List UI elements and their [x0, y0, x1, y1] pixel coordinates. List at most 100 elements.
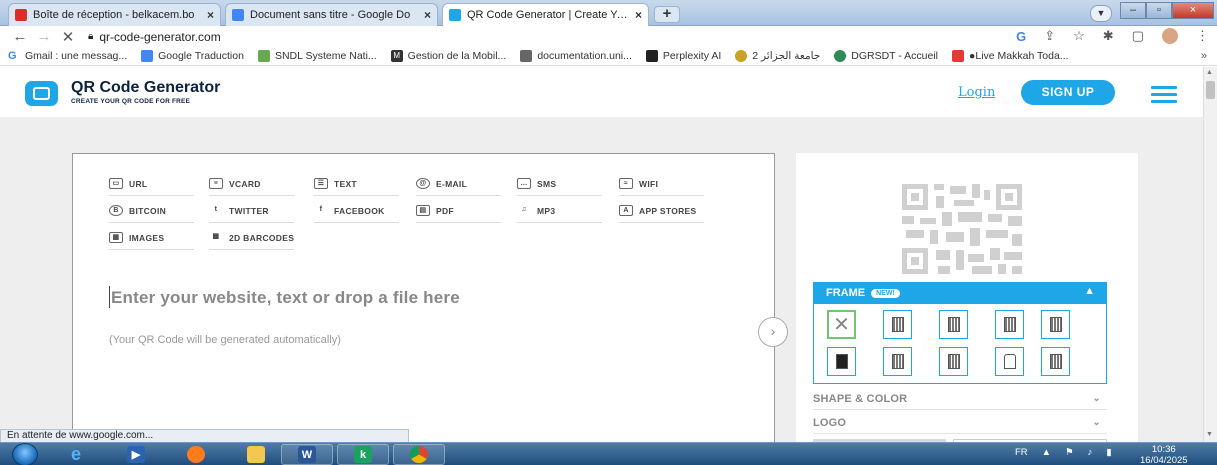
taskbar-app-k[interactable]: k — [337, 444, 389, 465]
taskbar-media-player[interactable]: ▶ — [110, 444, 162, 465]
volume-icon[interactable]: ♪ — [1088, 447, 1093, 458]
flag-icon[interactable]: ⚑ — [1065, 447, 1074, 458]
address-field[interactable]: 🔒︎ qr-code-generator.com — [88, 30, 221, 44]
taskbar-chrome[interactable] — [393, 444, 445, 465]
type-wifi[interactable]: ≈ WIFI — [619, 178, 704, 196]
content-input[interactable]: Enter your website, text or drop a file … — [111, 288, 460, 308]
brand-title[interactable]: QR Code Generator — [71, 79, 220, 97]
bookmark-star-icon[interactable]: ☆ — [1073, 28, 1085, 44]
side-panel-icon[interactable]: ▢ — [1132, 28, 1144, 44]
extensions-puzzle-icon[interactable]: ✱ — [1103, 28, 1114, 44]
type-facebook[interactable]: f FACEBOOK — [314, 205, 399, 223]
hamburger-menu-icon[interactable] — [1151, 86, 1177, 107]
stop-loading-icon[interactable]: ✕ — [56, 28, 80, 46]
back-arrow-icon[interactable]: ← — [8, 28, 32, 45]
close-icon[interactable]: × — [424, 8, 431, 22]
bookmark-gestion[interactable]: M Gestion de la Mobil... — [390, 50, 506, 62]
google-g-icon[interactable]: G — [1016, 29, 1026, 44]
scroll-down-arrow-icon[interactable]: ▼ — [1206, 431, 1213, 438]
new-tab-button[interactable]: + — [654, 6, 680, 23]
type-sms[interactable]: … SMS — [517, 178, 602, 196]
bookmark-universite-alger[interactable]: جامعة الجزائر 2 — [735, 50, 820, 62]
frame-option-4[interactable] — [995, 310, 1024, 339]
close-icon[interactable]: × — [635, 8, 642, 22]
scroll-thumb[interactable] — [1206, 81, 1215, 99]
type-email[interactable]: @ E-MAIL — [416, 178, 501, 196]
bookmark-google-translate[interactable]: Google Traduction — [141, 50, 244, 62]
frame-option-7[interactable] — [883, 347, 912, 376]
type-url[interactable]: ▭ URL — [109, 178, 194, 196]
tab-qr-generator[interactable]: QR Code Generator | Create Your × — [442, 3, 649, 26]
type-app-stores[interactable]: A APP STORES — [619, 205, 704, 223]
auto-generate-note: (Your QR Code will be generated automati… — [109, 334, 341, 346]
tab-gmail[interactable]: Boîte de réception - belkacem.bo × — [8, 3, 221, 26]
frame-option-9[interactable] — [995, 347, 1024, 376]
tray-expand-icon[interactable]: ▲ — [1042, 447, 1051, 458]
frame-option-3[interactable] — [939, 310, 968, 339]
word-icon: W — [298, 446, 316, 463]
qr-customize-panel: FRAME NEW! ▲ ✕ SHAPE & COLOR ⌄ LOGO ⌄ — [796, 153, 1138, 442]
tab-google-docs[interactable]: Document sans titre - Google Do × — [225, 3, 438, 26]
language-indicator[interactable]: FR — [1015, 447, 1028, 458]
lock-icon[interactable]: 🔒︎ — [88, 31, 93, 42]
bookmark-documentation[interactable]: documentation.uni... — [520, 50, 632, 62]
type-bitcoin[interactable]: B BITCOIN — [109, 205, 194, 223]
sms-icon: … — [517, 178, 531, 189]
frame-section-header[interactable]: FRAME NEW! ▲ — [813, 282, 1107, 304]
frame-option-6[interactable] — [827, 347, 856, 376]
type-vcard[interactable]: ≡ VCARD — [209, 178, 294, 196]
docs-icon — [232, 9, 244, 21]
close-icon[interactable]: × — [207, 8, 214, 22]
system-tray: FR ▲ ⚑ ♪ ▮ — [1015, 447, 1112, 458]
new-badge: NEW! — [871, 288, 900, 298]
profile-avatar[interactable] — [1162, 28, 1178, 44]
forward-arrow-icon[interactable]: → — [32, 28, 56, 45]
tab-search-icon[interactable]: ▼ — [1090, 5, 1112, 22]
scroll-up-arrow-icon[interactable]: ▲ — [1206, 69, 1213, 76]
type-2d-barcodes[interactable]: ▩ 2D BARCODES — [209, 232, 294, 250]
network-icon[interactable]: ▮ — [1106, 447, 1111, 458]
taskbar-firefox[interactable] — [170, 444, 222, 465]
minimize-button[interactable]: – — [1120, 2, 1146, 19]
browser-menu-icon[interactable]: ⋮ — [1196, 28, 1209, 44]
signup-button[interactable]: SIGN UP — [1021, 80, 1115, 105]
bookmark-perplexity[interactable]: Perplexity AI — [645, 50, 721, 62]
type-text[interactable]: ☰ TEXT — [314, 178, 399, 196]
browser-tab-strip: Boîte de réception - belkacem.bo × Docum… — [0, 0, 1217, 26]
type-pdf[interactable]: ▤ PDF — [416, 205, 501, 223]
media-player-icon: ▶ — [127, 446, 145, 463]
bookmark-dgrsdt[interactable]: DGRSDT - Accueil — [834, 50, 938, 62]
taskbar-word[interactable]: W — [281, 444, 333, 465]
qr-logo-icon[interactable] — [25, 81, 58, 106]
perplexity-icon — [645, 50, 658, 62]
frame-option-5[interactable] — [1041, 310, 1070, 339]
frame-option-8[interactable] — [939, 347, 968, 376]
k-app-icon: k — [354, 446, 372, 463]
type-mp3[interactable]: ♫ MP3 — [517, 205, 602, 223]
translate-icon — [141, 50, 154, 62]
maximize-button[interactable]: ▫ — [1146, 2, 1172, 19]
taskbar-ie[interactable]: e — [50, 444, 102, 465]
bookmark-gmail[interactable]: G Gmail : une messag... — [8, 50, 127, 62]
frame-none-option[interactable]: ✕ — [827, 310, 856, 339]
system-clock[interactable]: 10:36 16/04/2025 — [1140, 444, 1188, 465]
frame-option-10[interactable] — [1041, 347, 1070, 376]
login-link[interactable]: Login — [958, 85, 995, 100]
taskbar-explorer[interactable] — [230, 444, 282, 465]
bookmarks-overflow-icon[interactable]: » — [1201, 50, 1207, 62]
page-scrollbar[interactable]: ▲ ▼ — [1203, 67, 1217, 442]
windows-start-icon[interactable] — [12, 443, 38, 465]
logo-section[interactable]: LOGO ⌄ — [813, 412, 1107, 434]
gmail-icon — [15, 9, 27, 21]
sndl-icon — [257, 50, 270, 62]
type-images[interactable]: ▦ IMAGES — [109, 232, 194, 250]
type-twitter[interactable]: t TWITTER — [209, 205, 294, 223]
share-icon[interactable]: ⇪ — [1044, 28, 1055, 44]
shape-color-section[interactable]: SHAPE & COLOR ⌄ — [813, 388, 1107, 410]
frame-option-2[interactable] — [883, 310, 912, 339]
bookmark-sndl[interactable]: SNDL Systeme Nati... — [257, 50, 377, 62]
close-window-button[interactable]: × — [1172, 2, 1214, 19]
bookmark-live-makkah[interactable]: ●Live Makkah Toda... — [952, 50, 1069, 62]
chevron-right-icon[interactable]: › — [758, 317, 788, 347]
status-bar: En attente de www.google.com... — [0, 429, 409, 443]
